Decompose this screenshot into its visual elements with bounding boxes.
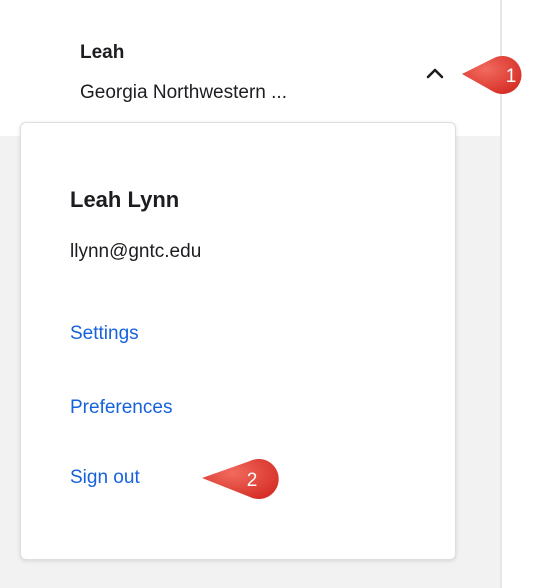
callout-number-1: 1 <box>506 66 517 87</box>
user-email: llynn@gntc.edu <box>70 241 202 262</box>
user-organization: Georgia Northwestern ... <box>80 82 287 103</box>
preferences-link[interactable]: Preferences <box>70 397 172 419</box>
callout-number-2: 2 <box>247 470 258 491</box>
callout-marker-2: 2 <box>202 459 279 499</box>
callout-marker-1: 1 <box>462 56 522 94</box>
sign-out-link[interactable]: Sign out <box>70 467 140 489</box>
user-first-name: Leah <box>80 42 125 63</box>
user-full-name: Leah Lynn <box>70 187 180 212</box>
chevron-up-icon[interactable] <box>425 66 445 80</box>
settings-link[interactable]: Settings <box>70 323 139 345</box>
user-menu-toggle[interactable]: Leah Georgia Northwestern ... <box>70 38 460 112</box>
